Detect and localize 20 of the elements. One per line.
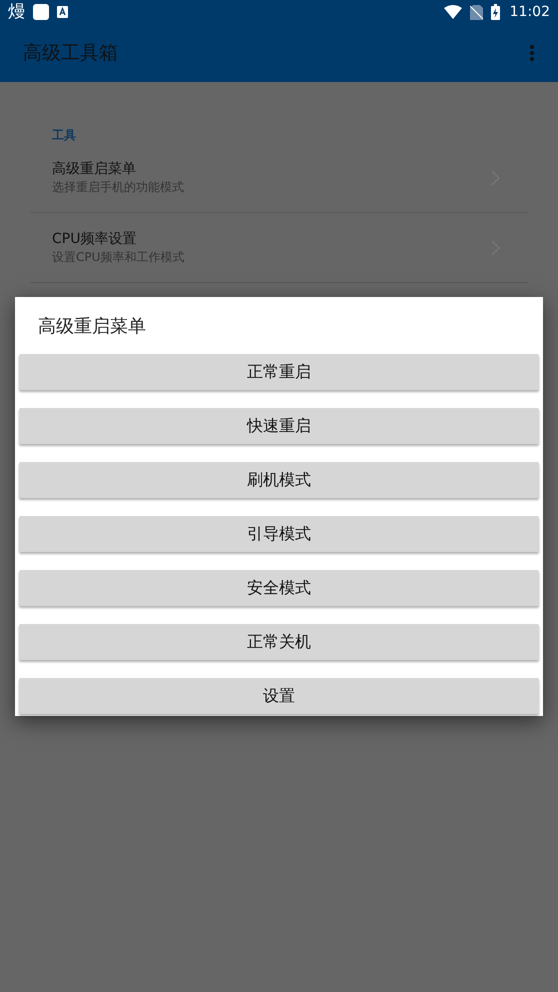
app-title: 高级工具箱: [23, 41, 118, 66]
more-options-icon[interactable]: [530, 45, 534, 61]
menu-button[interactable]: 设置: [19, 678, 539, 714]
menu-button[interactable]: 正常重启: [19, 354, 539, 390]
wifi-icon: [444, 5, 462, 19]
item-title: 高级重启菜单: [52, 160, 137, 178]
notification-glyph: 熳: [8, 4, 25, 20]
dialog-title: 高级重启菜单: [37, 315, 147, 339]
battery-charging-icon: [490, 4, 500, 20]
menu-button[interactable]: 正常关机: [19, 624, 539, 660]
menu-button[interactable]: 刷机模式: [19, 462, 539, 498]
menu-button[interactable]: 安全模式: [19, 570, 539, 606]
menu-button[interactable]: 引导模式: [19, 516, 539, 552]
no-sim-icon: [470, 4, 483, 20]
translate-icon: [57, 6, 68, 18]
app-square-icon: [33, 4, 49, 20]
clock-time: 11:02: [510, 4, 550, 20]
menu-button[interactable]: 快速重启: [19, 408, 539, 444]
section-header: 工具: [51, 127, 77, 143]
item-title: CPU频率设置: [52, 230, 138, 248]
